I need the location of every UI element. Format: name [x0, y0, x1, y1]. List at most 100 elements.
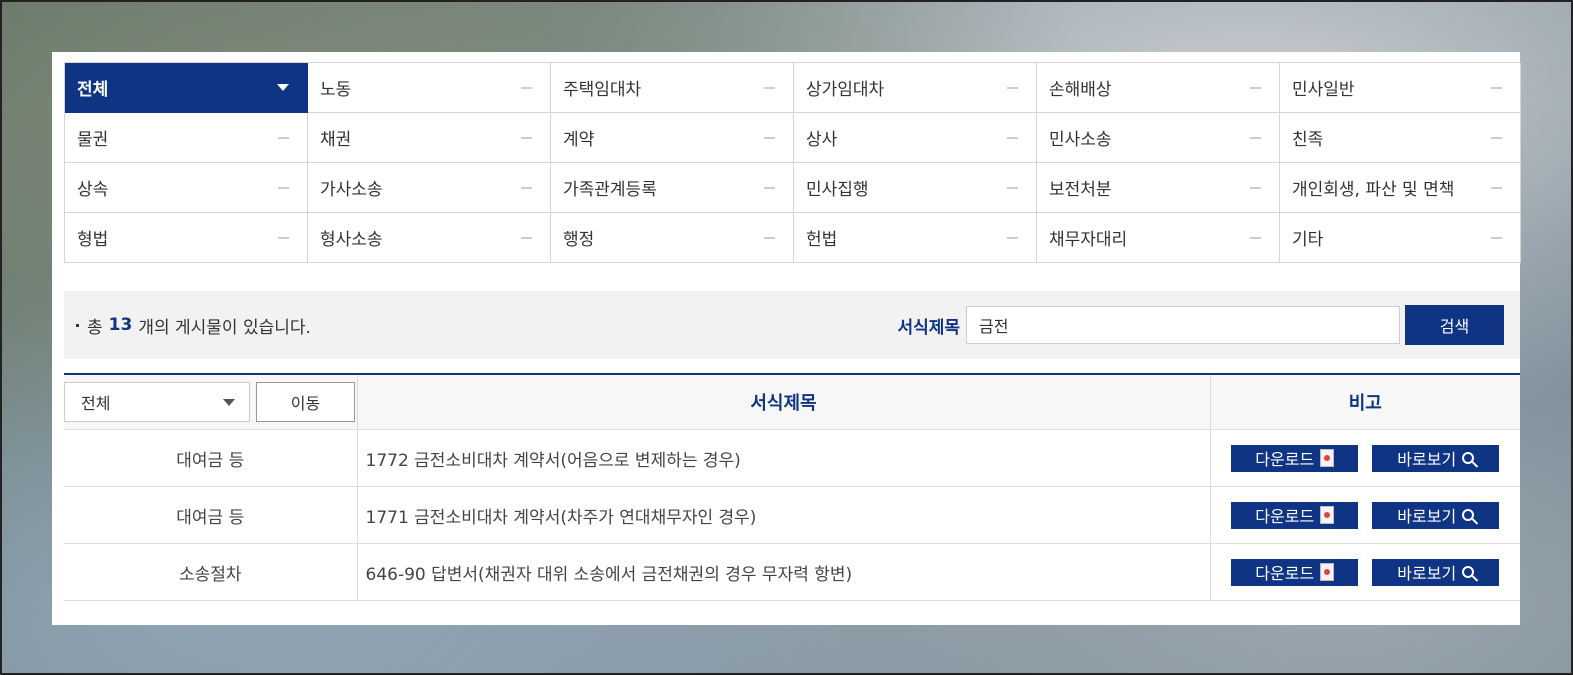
- dash-icon: [1491, 86, 1502, 89]
- row-category: 소송절차: [64, 543, 357, 601]
- dash-icon: [1007, 136, 1018, 139]
- category-label: 민사소송: [1049, 130, 1112, 150]
- dash-icon: [278, 186, 289, 189]
- total-count: 총 13 개의 게시물이 있습니다.: [76, 313, 311, 338]
- download-button[interactable]: 다운로드: [1231, 501, 1359, 529]
- file-icon: [1320, 506, 1335, 524]
- row-title[interactable]: 646-90 답변서(채권자 대위 소송에서 금전채권의 경우 무자력 항변): [356, 543, 1210, 601]
- dash-icon: [521, 136, 532, 139]
- dash-icon: [1007, 186, 1018, 189]
- category-label: 행정: [563, 230, 595, 250]
- view-button[interactable]: 바로보기: [1372, 558, 1500, 586]
- category-all[interactable]: 전체: [65, 63, 308, 113]
- download-label: 다운로드: [1255, 450, 1315, 469]
- row-actions: 다운로드 바로보기: [1209, 543, 1520, 601]
- category-item[interactable]: 물권: [65, 113, 308, 163]
- search-input[interactable]: [966, 306, 1400, 344]
- category-item[interactable]: 기타: [1280, 213, 1521, 263]
- category-label: 채무자대리: [1049, 230, 1128, 250]
- search-icon: [1462, 566, 1475, 578]
- category-item[interactable]: 주택임대차: [551, 63, 794, 113]
- category-item[interactable]: 상가임대차: [794, 63, 1037, 113]
- dash-icon: [521, 236, 532, 239]
- header-title: 서식제목: [356, 374, 1210, 430]
- row-category: 대여금 등: [64, 429, 357, 487]
- category-item[interactable]: 계약: [551, 113, 794, 163]
- category-item[interactable]: 채권: [308, 113, 551, 163]
- dash-icon: [764, 186, 775, 189]
- download-button[interactable]: 다운로드: [1231, 558, 1359, 586]
- category-label: 헌법: [806, 230, 838, 250]
- dash-icon: [521, 86, 532, 89]
- search-icon: [1462, 452, 1475, 464]
- category-item[interactable]: 친족: [1280, 113, 1521, 163]
- total-suffix: 개의 게시물이 있습니다.: [138, 317, 311, 338]
- view-button[interactable]: 바로보기: [1372, 501, 1500, 529]
- category-item[interactable]: 민사집행: [794, 163, 1037, 213]
- category-item[interactable]: 민사일반: [1280, 63, 1521, 113]
- category-label: 채권: [320, 130, 352, 150]
- file-icon: [1320, 449, 1335, 467]
- search-label: 서식제목: [897, 317, 960, 338]
- category-label: 형법: [77, 230, 109, 250]
- dash-icon: [1250, 236, 1261, 239]
- category-item[interactable]: 형사소송: [308, 213, 551, 263]
- category-select[interactable]: 전체: [64, 382, 250, 422]
- table-header-row: 전체 이동 서식제목 비고: [64, 374, 1520, 430]
- filter-cell: 전체 이동: [64, 374, 357, 430]
- download-button[interactable]: 다운로드: [1231, 444, 1359, 472]
- row-title[interactable]: 1772 금전소비대차 계약서(어음으로 변제하는 경우): [356, 429, 1210, 487]
- search-bar: 총 13 개의 게시물이 있습니다. 서식제목 검색: [64, 291, 1520, 359]
- category-item[interactable]: 행정: [551, 213, 794, 263]
- category-item[interactable]: 손해배상: [1037, 63, 1280, 113]
- category-item[interactable]: 헌법: [794, 213, 1037, 263]
- category-item[interactable]: 가사소송: [308, 163, 551, 213]
- total-number: 13: [108, 315, 133, 335]
- category-label: 가족관계등록: [563, 180, 657, 200]
- category-label: 기타: [1292, 230, 1324, 250]
- category-item[interactable]: 상속: [65, 163, 308, 213]
- search-form: 서식제목 검색: [897, 305, 1504, 345]
- category-item[interactable]: 보전처분: [1037, 163, 1280, 213]
- category-label: 물권: [77, 130, 109, 150]
- row-category: 대여금 등: [64, 486, 357, 544]
- category-label: 주택임대차: [563, 80, 642, 100]
- search-icon: [1462, 509, 1475, 521]
- search-button[interactable]: 검색: [1405, 305, 1504, 345]
- category-item[interactable]: 채무자대리: [1037, 213, 1280, 263]
- category-item[interactable]: 민사소송: [1037, 113, 1280, 163]
- category-label: 손해배상: [1049, 80, 1112, 100]
- dash-icon: [1491, 236, 1502, 239]
- dash-icon: [521, 186, 532, 189]
- category-item[interactable]: 가족관계등록: [551, 163, 794, 213]
- category-item[interactable]: 형법: [65, 213, 308, 263]
- row-actions: 다운로드 바로보기: [1209, 429, 1520, 487]
- category-label: 계약: [563, 130, 595, 150]
- category-label: 가사소송: [320, 180, 383, 200]
- category-label: 민사집행: [806, 180, 869, 200]
- move-button[interactable]: 이동: [256, 382, 355, 422]
- table-row: 대여금 등 1771 금전소비대차 계약서(차주가 연대채무자인 경우) 다운로…: [64, 486, 1520, 544]
- category-label: 형사소송: [320, 230, 383, 250]
- download-label: 다운로드: [1255, 507, 1315, 526]
- row-title[interactable]: 1771 금전소비대차 계약서(차주가 연대채무자인 경우): [356, 486, 1210, 544]
- category-item[interactable]: 상사: [794, 113, 1037, 163]
- dash-icon: [1250, 186, 1261, 189]
- chevron-down-icon: [223, 398, 235, 406]
- view-label: 바로보기: [1397, 450, 1457, 469]
- view-label: 바로보기: [1397, 564, 1457, 583]
- category-item[interactable]: 개인회생, 파산 및 면책: [1280, 163, 1521, 213]
- main-panel: 전체 노동 주택임대차 상가임대차 손해배상 민사일반 물권 채권 계약 상사 …: [52, 52, 1521, 625]
- category-label: 전체: [77, 80, 109, 100]
- category-label: 상가임대차: [806, 80, 885, 100]
- dash-icon: [1007, 236, 1018, 239]
- download-label: 다운로드: [1255, 564, 1315, 583]
- dash-icon: [1491, 136, 1502, 139]
- category-grid: 전체 노동 주택임대차 상가임대차 손해배상 민사일반 물권 채권 계약 상사 …: [64, 62, 1521, 263]
- view-label: 바로보기: [1397, 507, 1457, 526]
- bullet-icon: [76, 323, 79, 327]
- category-item[interactable]: 노동: [308, 63, 551, 113]
- caret-down-icon: [277, 84, 289, 91]
- view-button[interactable]: 바로보기: [1372, 444, 1500, 472]
- dash-icon: [764, 86, 775, 89]
